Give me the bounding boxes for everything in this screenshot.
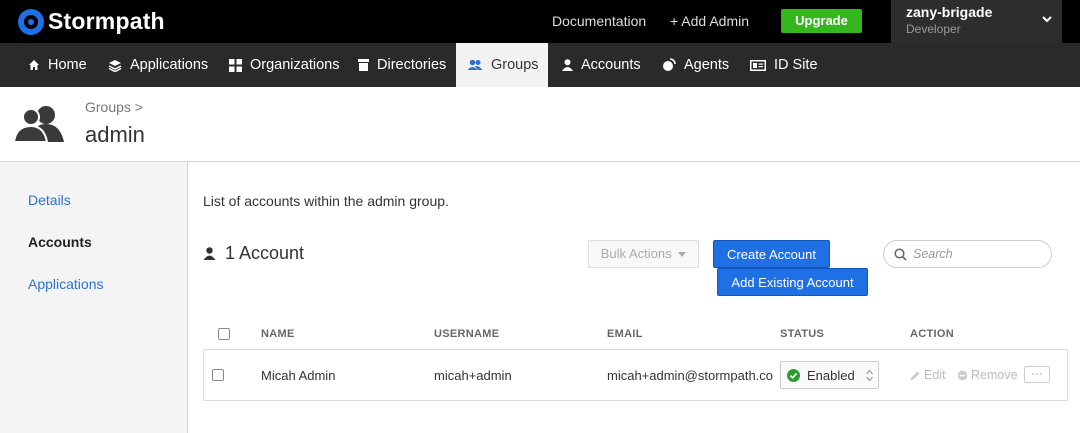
layers-icon — [108, 59, 122, 72]
nav-home[interactable]: Home — [28, 43, 87, 87]
user-icon — [203, 247, 216, 260]
nav-organizations-label: Organizations — [250, 57, 340, 73]
upgrade-button[interactable]: Upgrade — [781, 9, 862, 33]
stormpath-logo-icon — [18, 8, 44, 35]
row-checkbox[interactable] — [212, 369, 224, 381]
select-arrows-icon — [866, 369, 873, 382]
edit-action[interactable]: Edit — [910, 368, 946, 382]
status-value: Enabled — [807, 368, 855, 383]
account-email: micah+admin@stormpath.com — [607, 368, 773, 383]
users-icon — [467, 59, 483, 70]
tenant-menu[interactable]: zany-brigade Developer — [891, 0, 1062, 43]
user-icon — [562, 59, 573, 71]
account-username: micah+admin — [434, 368, 512, 383]
breadcrumb[interactable]: Groups > — [85, 99, 143, 115]
nav-accounts-label: Accounts — [581, 57, 641, 73]
nav-applications-label: Applications — [130, 57, 209, 73]
minus-circle-icon — [957, 370, 968, 380]
stormpath-logo[interactable]: Stormpath — [18, 8, 165, 35]
tenant-name: zany-brigade — [906, 4, 993, 20]
column-header-username[interactable]: USERNAME — [434, 328, 499, 340]
page-header: Groups > admin — [0, 87, 1080, 162]
nav-accounts[interactable]: Accounts — [562, 43, 641, 87]
add-existing-account-button[interactable]: Add Existing Account — [717, 268, 868, 296]
column-header-status[interactable]: STATUS — [780, 328, 824, 340]
brand-name: Stormpath — [48, 8, 165, 34]
users-icon — [14, 106, 64, 142]
column-header-name[interactable]: NAME — [261, 328, 295, 340]
more-actions-button[interactable]: ··· — [1024, 366, 1050, 383]
archive-icon — [358, 59, 369, 71]
nav-directories[interactable]: Directories — [358, 43, 446, 87]
documentation-link[interactable]: Documentation — [552, 13, 646, 29]
home-icon — [29, 60, 39, 70]
top-bar: Stormpath Documentation + Add Admin Upgr… — [0, 0, 1080, 43]
bulk-actions-button[interactable]: Bulk Actions — [588, 240, 699, 268]
search-box — [883, 240, 1052, 268]
column-header-action: ACTION — [910, 328, 954, 340]
add-admin-link[interactable]: + Add Admin — [670, 13, 749, 29]
nav-applications[interactable]: Applications — [108, 43, 208, 87]
chevron-down-icon — [1042, 16, 1052, 23]
grid-icon — [229, 58, 242, 72]
nav-organizations[interactable]: Organizations — [229, 43, 339, 87]
nav-agents-label: Agents — [684, 57, 730, 73]
remove-action[interactable]: Remove — [957, 368, 1018, 382]
nav-id-site-label: ID Site — [774, 57, 818, 73]
id-card-icon — [750, 59, 766, 71]
account-name[interactable]: Micah Admin — [261, 368, 335, 383]
select-all-checkbox[interactable] — [218, 328, 230, 340]
nav-groups-label: Groups — [491, 57, 539, 73]
remove-label: Remove — [971, 368, 1018, 382]
sidebar-item-details[interactable]: Details — [28, 192, 71, 208]
nav-home-label: Home — [48, 57, 87, 73]
satellite-icon — [663, 58, 676, 71]
pencil-icon — [911, 371, 920, 380]
nav-groups[interactable]: Groups — [456, 43, 548, 87]
check-circle-icon — [787, 369, 800, 382]
nav-id-site[interactable]: ID Site — [750, 43, 818, 87]
account-count-label: 1 Account — [225, 243, 305, 263]
page-title: admin — [85, 122, 145, 147]
tenant-role: Developer — [906, 22, 961, 36]
main-nav: Home Applications Organizations Director… — [0, 43, 1080, 87]
account-count: 1 Account — [203, 243, 304, 264]
group-description: List of accounts within the admin group. — [203, 193, 449, 209]
sidebar: Details Accounts Applications — [0, 162, 188, 433]
search-icon — [894, 248, 907, 261]
caret-down-icon — [678, 252, 687, 258]
status-select[interactable]: Enabled — [780, 361, 879, 389]
create-account-button[interactable]: Create Account — [713, 240, 830, 268]
sidebar-item-accounts[interactable]: Accounts — [28, 234, 92, 250]
edit-label: Edit — [924, 368, 946, 382]
search-input[interactable] — [913, 245, 1043, 263]
nav-agents[interactable]: Agents — [662, 43, 729, 87]
column-header-email[interactable]: EMAIL — [607, 328, 643, 340]
bulk-actions-label: Bulk Actions — [600, 246, 672, 261]
sidebar-item-applications[interactable]: Applications — [28, 276, 104, 292]
nav-directories-label: Directories — [377, 57, 447, 73]
